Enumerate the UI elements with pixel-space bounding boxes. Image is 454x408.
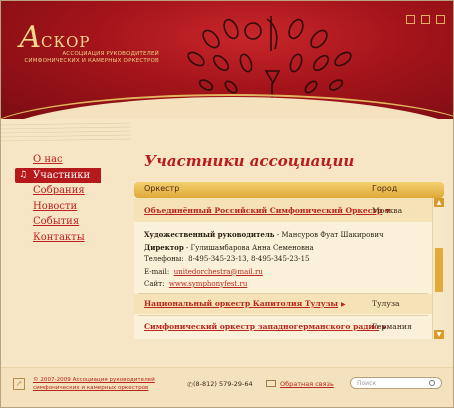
column-header-orchestra[interactable]: Оркестр (144, 184, 179, 193)
orchestra-name: Объединённый Российский Симфонический Ор… (144, 206, 383, 215)
instruments-illustration (187, 16, 352, 99)
orchestra-name: Симфонический оркестр западногерманского… (144, 322, 380, 331)
orchestra-name: Национальный оркестр Капитолия Тулузы (144, 299, 339, 308)
nav-item-about[interactable]: О нас (15, 152, 101, 168)
phones-label: Телефоны: (144, 255, 184, 263)
logo-subtitle: АССОЦИАЦИЯ РУКОВОДИТЕЛЕЙ СИМФОНИЧЕСКИХ И… (24, 51, 159, 64)
table-scrollbar[interactable]: ▲ ▼ (432, 198, 444, 339)
copyright-link[interactable]: © 2007-2009 Ассоциация руководителей сим… (33, 376, 173, 392)
orchestra-name-link[interactable]: Национальный оркестр Капитолия Тулузы ▶ (144, 299, 346, 308)
logo-mark: А (19, 20, 42, 55)
music-note-icon: ♫ (19, 169, 28, 180)
footer-phone: (8-812) 579-29-64 (193, 380, 253, 388)
scroll-down-icon[interactable]: ▼ (434, 330, 444, 339)
table-body: Объединённый Российский Симфонический Ор… (134, 198, 432, 339)
nav-item-news[interactable]: Новости (15, 199, 101, 215)
home-icon[interactable] (406, 15, 415, 24)
external-link-icon[interactable]: ↗ (13, 378, 25, 390)
nav-item-members-label: Участники (33, 169, 91, 181)
director-label: Художественный руководитель (144, 230, 275, 239)
nav-item-meetings[interactable]: Собрания (15, 183, 101, 199)
nav-item-contacts[interactable]: Контакты (15, 230, 101, 246)
left-nav: О нас ♫ Участники Собрания Новости Событ… (15, 152, 101, 245)
nav-item-events[interactable]: События (15, 214, 101, 230)
search-icon[interactable] (429, 380, 435, 386)
header-banner: А СКОР АССОЦИАЦИЯ РУКОВОДИТЕЛЕЙ СИМФОНИЧ… (1, 1, 453, 119)
nav-item-members[interactable]: ♫ Участники (15, 167, 101, 183)
envelope-icon (266, 380, 276, 387)
orchestra-city: Германия (372, 322, 412, 331)
mail-icon[interactable] (436, 15, 445, 24)
orchestra-city: Тулуза (372, 299, 400, 308)
members-table: Оркестр Город Объединённый Российский Си… (134, 182, 444, 339)
orchestra-name-link[interactable]: Объединённый Российский Симфонический Ор… (144, 206, 390, 215)
logo-title: СКОР (41, 33, 91, 51)
manager-value: - Гулишамбарова Анна Семеновна (185, 243, 314, 252)
email-link[interactable]: unitedorchestra@mail.ru (174, 268, 263, 276)
director-value: - Мансуров Фуат Шакирович (276, 231, 384, 239)
phone-icon: ✆ (187, 381, 193, 389)
footer: ↗ © 2007-2009 Ассоциация руководителей с… (1, 368, 453, 407)
header-wave-border (1, 94, 453, 119)
email-label: E-mail: (144, 267, 170, 276)
chevron-right-icon[interactable]: ▶ (341, 301, 346, 308)
header-icons (406, 15, 445, 24)
orchestra-details: Художественный руководитель - Мансуров Ф… (144, 230, 424, 293)
scroll-up-icon[interactable]: ▲ (434, 198, 444, 207)
column-header-city[interactable]: Город (372, 184, 397, 193)
page-frame: А СКОР АССОЦИАЦИЯ РУКОВОДИТЕЛЕЙ СИМФОНИЧ… (0, 0, 454, 408)
site-link[interactable]: www.symphonyfest.ru (169, 280, 247, 288)
music-staff-decoration (1, 122, 131, 142)
site-label: Сайт: (144, 280, 165, 288)
orchestra-city: Москва (372, 206, 403, 215)
scrollbar-thumb[interactable] (435, 248, 443, 292)
phones-value: 8-495-345-23-13, 8-495-345-23-15 (188, 255, 310, 263)
orchestra-name-link[interactable]: Симфонический оркестр западногерманского… (144, 322, 387, 331)
sitemap-icon[interactable] (421, 15, 430, 24)
row-divider (138, 315, 428, 316)
manager-label: Директор (144, 242, 184, 252)
feedback-link[interactable]: Обратная связь (280, 380, 334, 388)
table-header: Оркестр Город (134, 182, 444, 198)
page-title: Участники ассоциации (144, 152, 355, 170)
